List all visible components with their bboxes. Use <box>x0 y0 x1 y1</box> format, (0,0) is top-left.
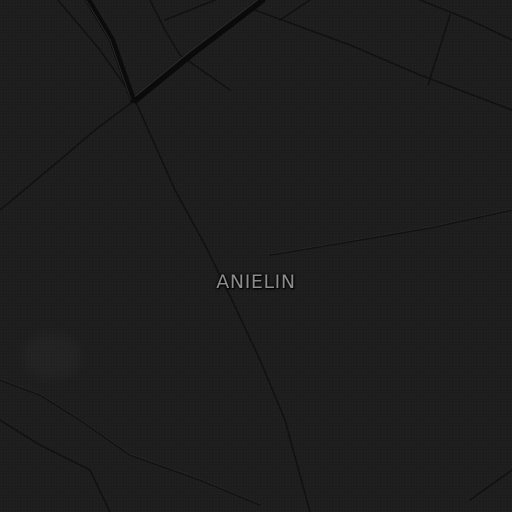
road-west-diagonal <box>0 99 136 211</box>
place-label-anielin: ANIELIN <box>216 271 296 293</box>
road-top-cross <box>164 0 216 21</box>
road-southwest-2 <box>0 419 111 512</box>
road-south-right <box>469 469 512 501</box>
road-main-south <box>134 99 311 512</box>
road-southwest-1 <box>0 379 261 506</box>
road-east-main <box>254 9 512 111</box>
road-right-branch <box>427 14 451 86</box>
road-top-right <box>279 0 311 21</box>
road-north-center <box>149 0 181 56</box>
highway-northeast <box>131 0 266 104</box>
map-view[interactable]: ANIELIN <box>0 0 512 512</box>
road-top-right-2 <box>419 0 512 41</box>
road-network <box>0 0 512 512</box>
